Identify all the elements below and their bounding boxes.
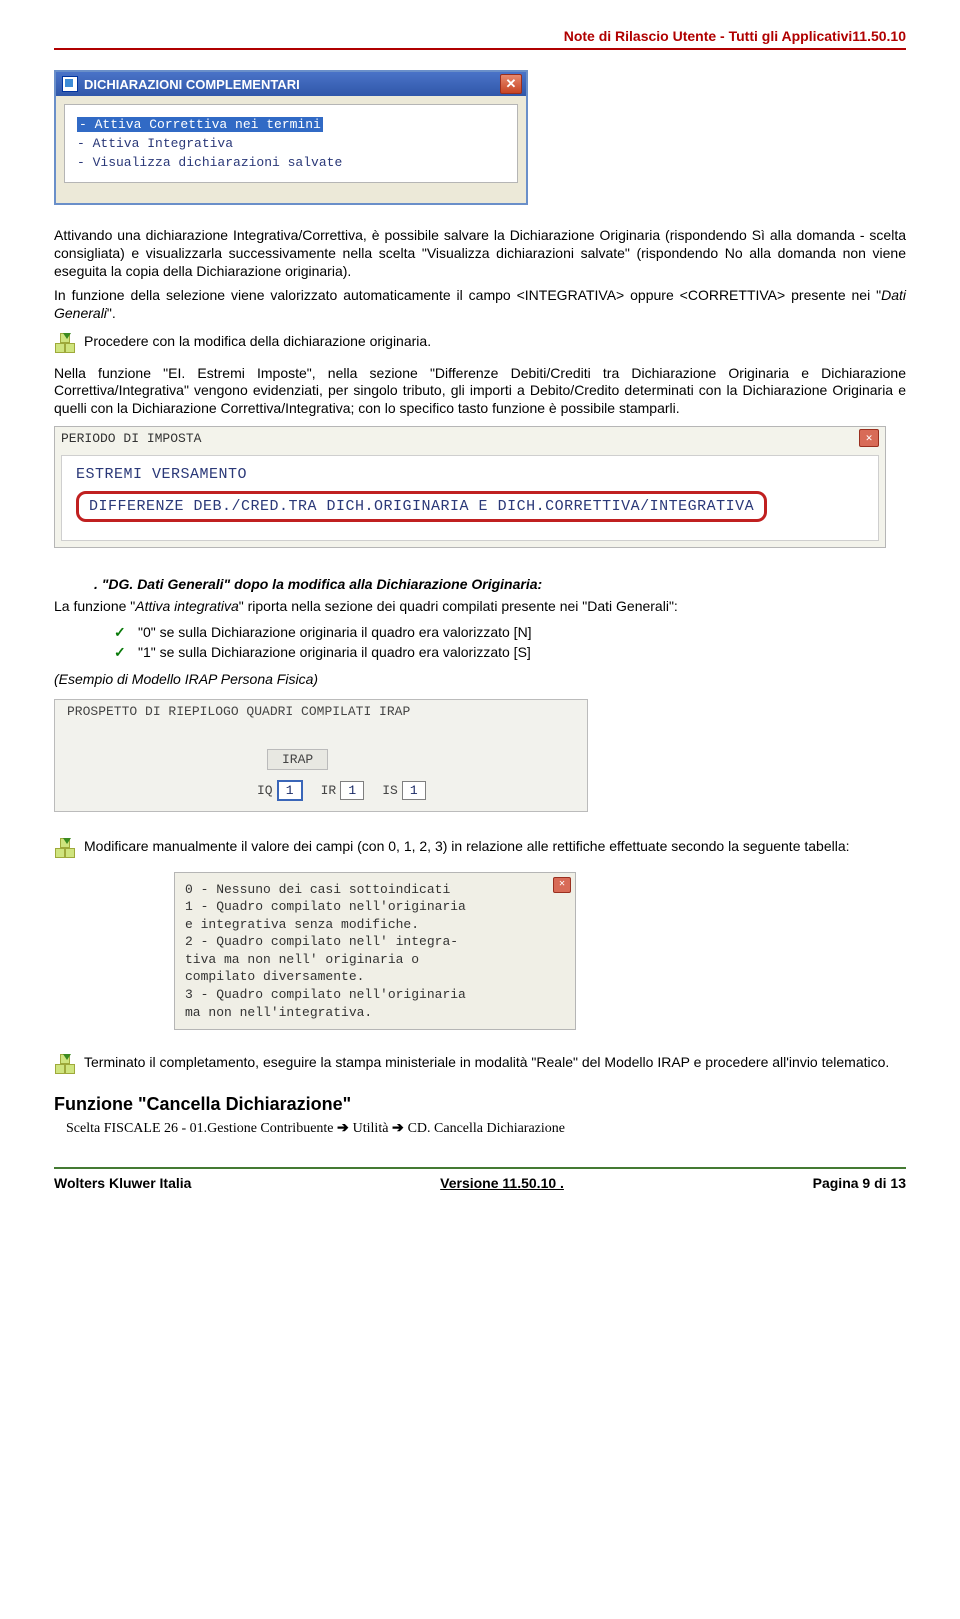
dialog-dichiarazioni-complementari: DICHIARAZIONI COMPLEMENTARI ✕ - Attiva C…	[54, 70, 528, 205]
note-text: Procedere con la modifica della dichiara…	[84, 333, 431, 349]
tooltip-line: ma non nell'integrativa.	[185, 1004, 565, 1022]
dialog2-body: ESTREMI VERSAMENTO DIFFERENZE DEB./CRED.…	[61, 455, 879, 541]
footer-mid: Versione 11.50.10 .	[440, 1175, 564, 1191]
example-caption: (Esempio di Modello IRAP Persona Fisica)	[54, 671, 906, 687]
tooltip-panel: ✕ 0 - Nessuno dei casi sottoindicati 1 -…	[174, 872, 576, 1030]
quadri-title: PROSPETTO DI RIEPILOGO QUADRI COMPILATI …	[67, 704, 587, 719]
dialog-title: DICHIARAZIONI COMPLEMENTARI	[84, 77, 300, 92]
breadcrumb: Scelta FISCALE 26 - 01.Gestione Contribu…	[66, 1119, 906, 1137]
text: In funzione della selezione viene valori…	[54, 287, 881, 303]
field-input[interactable]: 1	[340, 781, 364, 800]
dialog-titlebar: DICHIARAZIONI COMPLEMENTARI ✕	[56, 72, 526, 96]
arrow-icon: ➔	[337, 1119, 353, 1135]
tab-irap[interactable]: IRAP	[267, 749, 328, 770]
field-label: IR	[321, 783, 337, 798]
field-label: IS	[382, 783, 398, 798]
paragraph: La funzione "Attiva integrativa" riporta…	[54, 598, 906, 616]
menu-item-visualizza[interactable]: - Visualizza dichiarazioni salvate	[77, 153, 505, 172]
dialog-periodo-imposta: PERIODO DI IMPOSTA ✕ ESTREMI VERSAMENTO …	[54, 426, 886, 548]
panel-quadri: PROSPETTO DI RIEPILOGO QUADRI COMPILATI …	[54, 699, 588, 812]
field-is: IS 1	[382, 781, 426, 800]
text: " riporta nella sezione dei quadri compi…	[239, 598, 678, 614]
menu-item-integrativa[interactable]: - Attiva Integrativa	[77, 134, 505, 153]
check-item: "1" se sulla Dichiarazione originaria il…	[114, 642, 906, 662]
text: ".	[107, 305, 116, 321]
check-list: "0" se sulla Dichiarazione originaria il…	[114, 622, 906, 663]
hierarchy-icon	[54, 333, 76, 359]
note-row: Terminato il completamento, eseguire la …	[54, 1054, 906, 1080]
field-input[interactable]: 1	[402, 781, 426, 800]
check-item: "0" se sulla Dichiarazione originaria il…	[114, 622, 906, 642]
hierarchy-icon	[54, 1054, 76, 1080]
field-ir: IR1	[321, 781, 365, 800]
window-icon	[62, 76, 78, 92]
tooltip-line: tiva ma non nell' originaria o	[185, 951, 565, 969]
close-icon[interactable]: ✕	[500, 74, 522, 94]
tooltip-line: compilato diversamente.	[185, 968, 565, 986]
dialog2-title: PERIODO DI IMPOSTA	[61, 431, 201, 446]
page: Note di Rilascio Utente - Tutti gli Appl…	[0, 0, 960, 1209]
close-icon[interactable]: ✕	[859, 429, 879, 447]
quadri-fields: IQ1 IR1 IS1	[67, 780, 587, 801]
section-heading: Funzione "Cancella Dichiarazione"	[54, 1094, 906, 1115]
text: La funzione "	[54, 598, 135, 614]
tooltip-line: 3 - Quadro compilato nell'originaria	[185, 986, 565, 1004]
dialog2-line1: ESTREMI VERSAMENTO	[76, 466, 864, 483]
tooltip-line: 1 - Quadro compilato nell'originaria	[185, 898, 565, 916]
field-label: IQ	[257, 783, 273, 798]
field-input[interactable]: 1	[277, 780, 303, 801]
note-row: Modificare manualmente il valore dei cam…	[54, 838, 906, 864]
field-iq: IQ 1	[257, 780, 303, 801]
dialog-body: - Attiva Correttiva nei termini - Attiva…	[64, 104, 518, 183]
footer-left: Wolters Kluwer Italia	[54, 1175, 191, 1191]
note-text: Modificare manualmente il valore dei cam…	[84, 838, 850, 854]
paragraph: Attivando una dichiarazione Integrativa/…	[54, 227, 906, 281]
italic-heading: . "DG. Dati Generali" dopo la modifica a…	[94, 576, 906, 592]
breadcrumb-item: Scelta FISCALE 26 - 01.Gestione Contribu…	[66, 1121, 334, 1136]
footer-right: Pagina 9 di 13	[813, 1175, 906, 1191]
page-header: Note di Rilascio Utente - Tutti gli Appl…	[54, 28, 906, 50]
paragraph: In funzione della selezione viene valori…	[54, 287, 906, 323]
tooltip-line: 2 - Quadro compilato nell' integra-	[185, 933, 565, 951]
page-footer: Wolters Kluwer Italia Versione 11.50.10 …	[54, 1167, 906, 1191]
tooltip-line: 0 - Nessuno dei casi sottoindicati	[185, 881, 565, 899]
breadcrumb-item: CD. Cancella Dichiarazione	[408, 1121, 565, 1136]
paragraph: Nella funzione "EI. Estremi Imposte", ne…	[54, 365, 906, 419]
note-row: Procedere con la modifica della dichiara…	[54, 333, 906, 359]
tooltip-line: e integrativa senza modifiche.	[185, 916, 565, 934]
note-text: Terminato il completamento, eseguire la …	[84, 1054, 889, 1070]
close-icon[interactable]: ✕	[553, 877, 571, 893]
arrow-icon: ➔	[392, 1119, 408, 1135]
breadcrumb-item: Utilità	[353, 1121, 389, 1136]
hierarchy-icon	[54, 838, 76, 864]
menu-item-correttiva[interactable]: - Attiva Correttiva nei termini	[77, 117, 323, 132]
dialog2-highlight: DIFFERENZE DEB./CRED.TRA DICH.ORIGINARIA…	[76, 491, 767, 522]
text-italic: Attiva integrativa	[135, 598, 239, 614]
